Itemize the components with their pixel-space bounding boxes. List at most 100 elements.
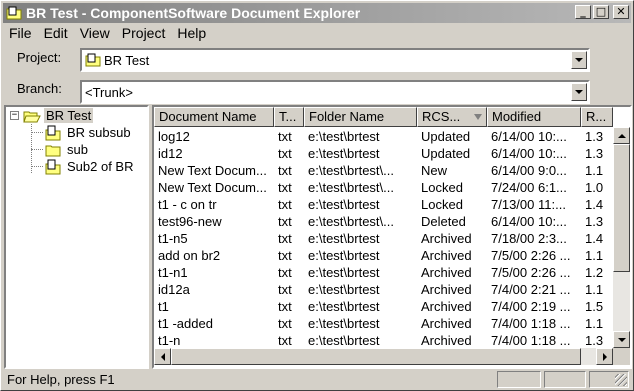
column-header-label: RCS... <box>422 109 461 124</box>
document-name-cell: t1-n5 <box>158 231 188 246</box>
branch-label: Branch: <box>17 81 62 96</box>
folder-name-cell: e:\test\brtest <box>308 231 380 246</box>
revision-cell: 1.1 <box>585 316 604 331</box>
scroll-up-button[interactable] <box>613 127 630 144</box>
type-cell: txt <box>278 316 292 331</box>
modified-cell: 7/18/00 2:3... <box>491 231 567 246</box>
table-row[interactable]: add on br2 txt e:\test\brtest Archived 7/5/0… <box>154 247 613 264</box>
type-cell: txt <box>278 163 292 178</box>
minimize-button[interactable]: _ <box>575 5 591 19</box>
table-row[interactable]: id12a txt e:\test\brtest Archived 7/4/00 2:2… <box>154 281 613 298</box>
project-label: Project: <box>17 50 62 65</box>
tree-item-root[interactable]: BR Test <box>23 107 94 124</box>
horizontal-scroll-thumb[interactable] <box>171 348 581 365</box>
type-cell: txt <box>278 299 292 314</box>
status-text: For Help, press F1 <box>7 372 115 387</box>
modified-cell: 7/4/00 2:19 ... <box>491 299 571 314</box>
scroll-down-button[interactable] <box>613 331 630 348</box>
scroll-left-button[interactable] <box>154 348 171 365</box>
table-row[interactable]: t1-n1 txt e:\test\brtest Archived 7/5/00 2:2… <box>154 264 613 281</box>
document-name-cell: New Text Docum... <box>158 163 267 178</box>
revision-cell: 1.3 <box>585 129 604 144</box>
table-row[interactable]: t1-n5 txt e:\test\brtest Archived 7/18/00 2:… <box>154 230 613 247</box>
menu-file[interactable]: File <box>3 25 38 41</box>
project-dropdown-button[interactable] <box>571 51 587 69</box>
arrow-down-icon <box>617 337 626 342</box>
type-cell: txt <box>278 214 292 229</box>
modified-cell: 7/4/00 2:21 ... <box>491 282 571 297</box>
revision-cell: 1.4 <box>585 197 604 212</box>
revision-cell: 1.5 <box>585 299 604 314</box>
project-combo[interactable]: BR Test <box>80 48 590 72</box>
sort-descending-icon <box>474 114 482 120</box>
folder-name-cell: e:\test\brtest\... <box>308 163 394 178</box>
revision-cell: 1.0 <box>585 180 604 195</box>
branch-value: <Trunk> <box>85 84 133 100</box>
table-row[interactable]: test96-new txt e:\test\brtest\... Deleted 6/… <box>154 213 613 230</box>
column-header-rcs-status[interactable]: RCS... <box>417 107 487 127</box>
table-row[interactable]: t1 txt e:\test\brtest Archived 7/4/00 2:19 .… <box>154 298 613 315</box>
folder-name-cell: e:\test\brtest <box>308 265 380 280</box>
rcs-status-cell: Locked <box>421 197 463 212</box>
table-row[interactable]: id12 txt e:\test\brtest Updated 6/14/00 10:.… <box>154 145 613 162</box>
resize-grip-icon[interactable] <box>615 374 627 386</box>
column-header-document-name[interactable]: Document Name <box>154 107 274 127</box>
rcs-status-cell: Locked <box>421 180 463 195</box>
menu-bar: File Edit View Project Help <box>3 23 212 43</box>
rcs-status-cell: New <box>421 163 448 178</box>
tree-item-label: sub <box>67 142 88 157</box>
maximize-button[interactable]: □ <box>593 5 609 19</box>
tree-item-sub[interactable]: sub <box>45 141 88 158</box>
list-rows: log12 txt e:\test\brtest Updated 6/14/00 10:… <box>154 128 613 349</box>
app-window: BR Test - ComponentSoftware Document Exp… <box>0 0 634 391</box>
menu-edit[interactable]: Edit <box>38 25 74 41</box>
project-folder-icon <box>6 6 22 20</box>
document-name-cell: New Text Docum... <box>158 180 267 195</box>
table-row[interactable]: t1-n txt e:\test\brtest Archived 7/4/00 1:18… <box>154 332 613 349</box>
tree-item-br-subsub[interactable]: BR subsub <box>45 124 131 141</box>
tree-item-label: BR subsub <box>67 125 131 140</box>
title-bar[interactable]: BR Test - ComponentSoftware Document Exp… <box>3 3 631 23</box>
status-bar: For Help, press F1 <box>3 370 631 389</box>
type-cell: txt <box>278 197 292 212</box>
scrollbar-corner <box>613 348 630 365</box>
column-header-folder-name[interactable]: Folder Name <box>304 107 417 127</box>
menu-view[interactable]: View <box>74 25 116 41</box>
column-header-modified[interactable]: Modified <box>487 107 581 127</box>
folder-name-cell: e:\test\brtest <box>308 248 380 263</box>
document-name-cell: add on br2 <box>158 248 221 263</box>
column-header-revision[interactable]: R... <box>581 107 613 127</box>
column-header-type[interactable]: T... <box>274 107 304 127</box>
folder-name-cell: e:\test\brtest\... <box>308 214 394 229</box>
table-row[interactable]: New Text Docum... txt e:\test\brtest\... Ne… <box>154 162 613 179</box>
type-cell: txt <box>278 129 292 144</box>
modified-cell: 6/14/00 9:0... <box>491 163 567 178</box>
table-row[interactable]: t1 -added txt e:\test\brtest Archived 7/4/00… <box>154 315 613 332</box>
rcs-status-cell: Archived <box>421 316 472 331</box>
scroll-right-button[interactable] <box>596 348 613 365</box>
horizontal-scrollbar[interactable] <box>154 348 613 365</box>
revision-cell: 1.3 <box>585 214 604 229</box>
close-button[interactable]: ✕ <box>613 5 629 19</box>
table-row[interactable]: New Text Docum... txt e:\test\brtest\... Lo… <box>154 179 613 196</box>
collapse-toggle[interactable]: − <box>10 111 19 120</box>
project-value: BR Test <box>104 52 150 68</box>
tree-item-sub2-of-br[interactable]: Sub2 of BR <box>45 158 134 175</box>
menu-help[interactable]: Help <box>171 25 212 41</box>
modified-cell: 7/5/00 2:26 ... <box>491 265 571 280</box>
folder-name-cell: e:\test\brtest <box>308 146 380 161</box>
branch-combo[interactable]: <Trunk> <box>80 80 590 104</box>
modified-cell: 7/4/00 1:18 ... <box>491 333 571 348</box>
project-tree[interactable]: − BR Test BR subsub sub Sub2 of BR <box>4 105 149 369</box>
vertical-scrollbar[interactable] <box>613 127 630 348</box>
document-list[interactable]: Document Name T... Folder Name RCS... Mo… <box>152 105 632 369</box>
menu-project[interactable]: Project <box>116 25 172 41</box>
vertical-scroll-thumb[interactable] <box>613 144 630 272</box>
folder-icon <box>45 145 61 156</box>
revision-cell: 1.4 <box>585 231 604 246</box>
modified-cell: 7/24/00 6:1... <box>491 180 567 195</box>
table-row[interactable]: t1 - c on tr txt e:\test\brtest Locked 7/13/… <box>154 196 613 213</box>
table-row[interactable]: log12 txt e:\test\brtest Updated 6/14/00 10:… <box>154 128 613 145</box>
branch-dropdown-button[interactable] <box>571 83 587 101</box>
document-name-cell: t1 -added <box>158 316 213 331</box>
